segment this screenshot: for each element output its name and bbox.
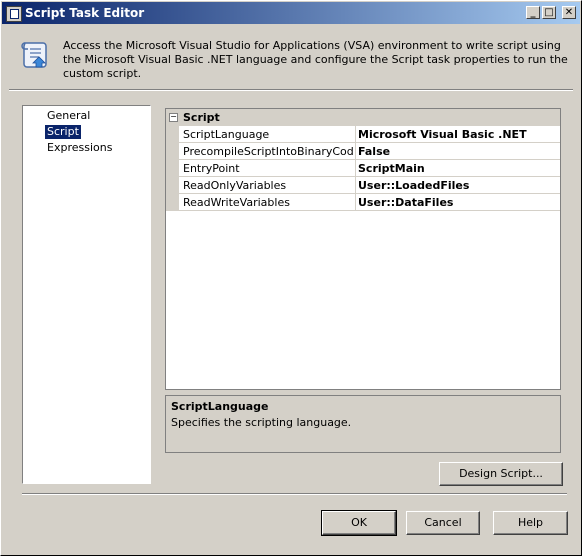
property-value[interactable]: Microsoft Visual Basic .NET [358,128,527,141]
nav-panel: General Script Expressions [22,105,151,484]
category-row-script[interactable]: − Script [166,109,560,126]
column-divider [355,143,356,160]
script-scroll-icon [21,42,47,68]
header-separator [9,89,573,91]
column-divider [355,177,356,194]
property-gutter [166,126,179,211]
property-value[interactable]: ScriptMain [358,162,425,175]
app-icon [6,6,22,22]
property-name: EntryPoint [183,162,240,175]
window-title: Script Task Editor [25,6,145,20]
title-bar[interactable]: Script Task Editor _ □ ✕ [2,2,580,24]
cancel-button[interactable]: Cancel [406,511,480,535]
collapse-icon[interactable]: − [169,113,178,122]
property-row-scriptlanguage[interactable]: ScriptLanguage Microsoft Visual Basic .N… [179,126,560,143]
column-divider [355,194,356,211]
maximize-button[interactable]: □ [542,6,556,19]
description-title: ScriptLanguage [171,400,269,413]
property-description-panel: ScriptLanguage Specifies the scripting l… [165,395,561,453]
property-name: PrecompileScriptIntoBinaryCode [183,145,353,158]
ok-button[interactable]: OK [321,510,397,536]
property-row-precompile[interactable]: PrecompileScriptIntoBinaryCode False [179,143,560,160]
design-script-button[interactable]: Design Script... [439,462,563,486]
script-task-editor-window: Script Task Editor _ □ ✕ Access the Micr… [0,0,582,556]
property-value[interactable]: False [358,145,390,158]
property-row-entrypoint[interactable]: EntryPoint ScriptMain [179,160,560,177]
description-text: Specifies the scripting language. [171,416,352,429]
property-name: ReadWriteVariables [183,196,290,209]
property-row-readonlyvariables[interactable]: ReadOnlyVariables User::LoadedFiles [179,177,560,194]
property-name: ReadOnlyVariables [183,179,287,192]
property-grid: − Script ScriptLanguage Microsoft Visual… [165,108,561,390]
category-label: Script [183,111,220,124]
minimize-button[interactable]: _ [526,6,540,19]
property-value[interactable]: User::DataFiles [358,196,453,209]
property-value[interactable]: User::LoadedFiles [358,179,469,192]
property-name: ScriptLanguage [183,128,270,141]
help-button[interactable]: Help [493,511,568,535]
footer-separator [22,493,567,495]
column-divider [355,160,356,177]
property-row-readwritevariables[interactable]: ReadWriteVariables User::DataFiles [179,194,560,211]
header-description: Access the Microsoft Visual Studio for A… [63,39,568,80]
nav-item-general[interactable]: General [45,109,92,123]
column-divider [355,126,356,143]
close-button[interactable]: ✕ [562,6,576,19]
nav-item-script[interactable]: Script [45,125,81,139]
nav-item-expressions[interactable]: Expressions [45,141,114,155]
